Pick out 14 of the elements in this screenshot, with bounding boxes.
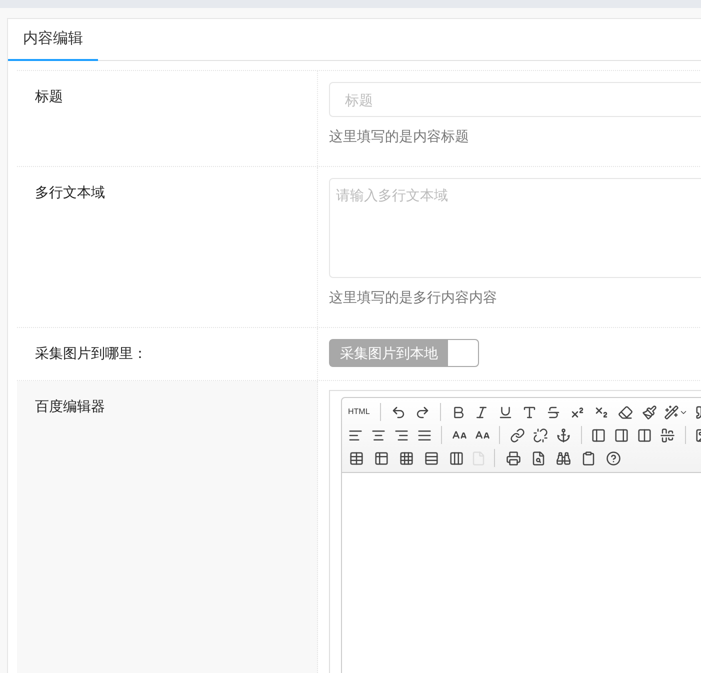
rich-text-editor[interactable]: HTML	[329, 390, 701, 673]
magic-wand-dropdown[interactable]	[664, 404, 688, 420]
tab[interactable]: 内容编辑	[8, 19, 98, 61]
field-label: 标题	[35, 88, 63, 104]
field-label: 百度编辑器	[35, 398, 105, 414]
help-text: 这里填写的是内容标题	[329, 127, 470, 146]
html-source-button[interactable]: HTML	[346, 406, 372, 418]
file-icon	[471, 450, 486, 466]
field-label: 采集图片到哪里：	[35, 345, 147, 361]
magic-wand-icon	[664, 404, 679, 420]
multiline-input[interactable]: 请输入多行文本域	[329, 178, 701, 278]
help-text: 这里填写的是多行内容内容	[329, 288, 498, 307]
title-input[interactable]: 标题	[329, 82, 701, 117]
field-label: 多行文本域	[35, 184, 105, 200]
